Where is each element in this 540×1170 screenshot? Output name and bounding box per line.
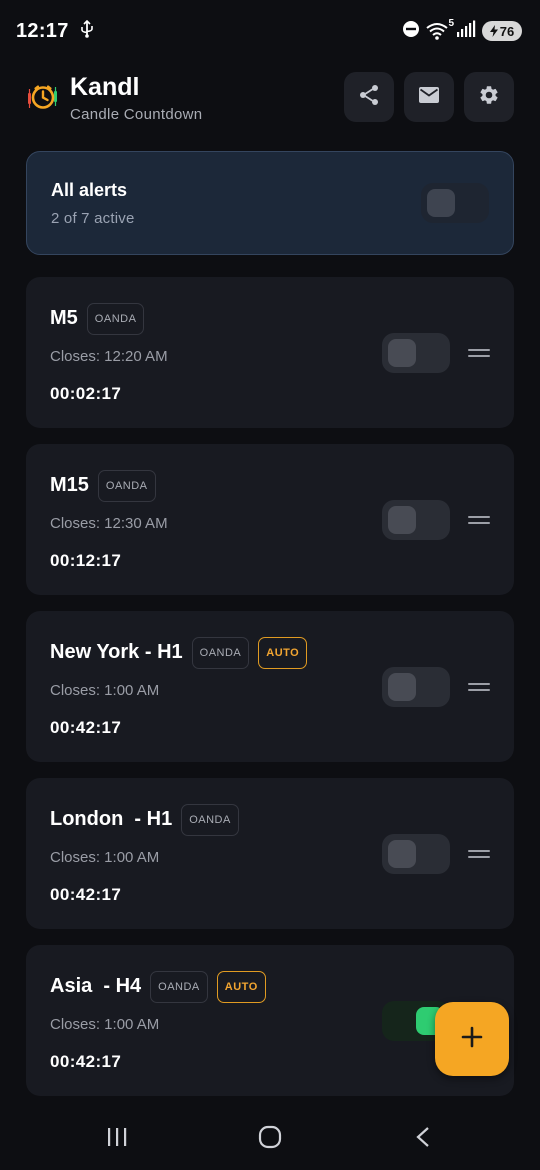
toggle-knob: [388, 505, 416, 534]
drag-handle-icon[interactable]: [468, 348, 490, 358]
alert-countdown: 00:42:17: [50, 884, 122, 904]
usb-icon: [79, 19, 95, 43]
alert-title-row: New York - H1 OANDA AUTO: [50, 636, 308, 670]
alert-toggle[interactable]: [382, 332, 450, 373]
alert-controls: [382, 499, 490, 540]
toggle-knob: [388, 672, 416, 701]
home-icon: [258, 1125, 282, 1154]
header-actions: [344, 72, 514, 122]
alert-info: London - H1 OANDA Closes: 1:00 AM 00:42:…: [50, 803, 239, 905]
alert-title-row: Asia - H4 OANDA AUTO: [50, 970, 266, 1004]
share-icon: [358, 84, 380, 111]
plus-icon: [461, 1026, 483, 1053]
alert-card[interactable]: M5 OANDA Closes: 12:20 AM 00:02:17: [26, 277, 514, 428]
back-icon: [415, 1126, 431, 1153]
alert-info: M15 OANDA Closes: 12:30 AM 00:12:17: [50, 469, 168, 571]
alert-title-row: London - H1 OANDA: [50, 803, 239, 837]
settings-icon: [478, 84, 500, 111]
alert-controls: [382, 833, 490, 874]
status-bar: 12:17 5 76: [0, 0, 540, 62]
app-subtitle: Candle Countdown: [70, 105, 203, 123]
all-alerts-summary: 2 of 7 active: [51, 209, 135, 227]
broker-badge: OANDA: [181, 803, 239, 836]
alert-card[interactable]: M15 OANDA Closes: 12:30 AM 00:12:17: [26, 444, 514, 595]
alert-close-time: Closes: 12:30 AM: [50, 514, 168, 532]
app-root: 12:17 5 76 Kandl Candle Countdown All al…: [0, 0, 540, 1170]
status-right: 5 76: [402, 18, 522, 43]
alert-close-time: Closes: 1:00 AM: [50, 848, 160, 866]
toggle-knob: [388, 839, 416, 868]
toggle-knob: [388, 338, 416, 367]
alert-name: New York - H1: [50, 641, 183, 663]
add-alert-button[interactable]: [435, 1002, 509, 1076]
alert-title-row: M15 OANDA: [50, 469, 168, 503]
signal-icon: [456, 20, 476, 43]
app-logo-icon: [26, 80, 60, 114]
status-left: 12:17: [16, 19, 95, 43]
drag-handle-icon[interactable]: [468, 849, 490, 859]
auto-badge: AUTO: [216, 970, 266, 1003]
alert-countdown: 00:42:17: [50, 717, 122, 737]
wifi-icon: 5: [426, 18, 454, 40]
battery-level: 76: [499, 23, 515, 39]
wifi-badge: 5: [448, 18, 454, 29]
broker-badge: OANDA: [191, 636, 250, 669]
auto-badge: AUTO: [258, 636, 308, 669]
alert-name: Asia - H4: [50, 975, 142, 997]
system-nav-bar: [0, 1108, 540, 1170]
app-title: Kandl: [70, 72, 140, 101]
alert-name: M5: [50, 307, 78, 329]
broker-badge: OANDA: [86, 302, 145, 335]
alert-close-time: Closes: 12:20 AM: [50, 347, 168, 365]
broker-badge: OANDA: [150, 970, 208, 1003]
alert-close-time: Closes: 1:00 AM: [50, 681, 160, 699]
share-button[interactable]: [344, 72, 394, 122]
alert-toggle[interactable]: [382, 833, 450, 874]
drag-handle-icon[interactable]: [468, 515, 490, 525]
alert-info: Asia - H4 OANDA AUTO Closes: 1:00 AM 00:4…: [50, 970, 266, 1072]
alert-card[interactable]: London - H1 OANDA Closes: 1:00 AM 00:42:…: [26, 778, 514, 929]
alert-name: M15: [50, 474, 89, 496]
alert-name: London - H1: [50, 808, 173, 830]
settings-button[interactable]: [464, 72, 514, 122]
toggle-knob: [427, 189, 455, 217]
recent-apps-button[interactable]: [87, 1119, 147, 1159]
battery-icon: 76: [482, 21, 522, 41]
all-alerts-card: All alerts 2 of 7 active: [26, 151, 514, 255]
recent-apps-icon: [106, 1127, 128, 1152]
all-alerts-title: All alerts: [51, 179, 128, 200]
title-block: Kandl Candle Countdown: [70, 72, 202, 123]
alert-controls: [382, 332, 490, 373]
mail-button[interactable]: [404, 72, 454, 122]
alert-info: M5 OANDA Closes: 12:20 AM 00:02:17: [50, 302, 168, 404]
alert-card[interactable]: New York - H1 OANDA AUTO Closes: 1:00 AM …: [26, 611, 514, 762]
alert-countdown: 00:42:17: [50, 1051, 122, 1071]
alert-info: New York - H1 OANDA AUTO Closes: 1:00 AM …: [50, 636, 308, 738]
alert-countdown: 00:12:17: [50, 550, 122, 570]
back-button[interactable]: [393, 1119, 453, 1159]
alert-controls: [382, 666, 490, 707]
alert-countdown: 00:02:17: [50, 383, 122, 403]
all-alerts-text: All alerts 2 of 7 active: [51, 180, 134, 227]
dnd-icon: [402, 20, 420, 43]
alert-toggle[interactable]: [382, 666, 450, 707]
alert-close-time: Closes: 1:00 AM: [50, 1015, 160, 1033]
alert-title-row: M5 OANDA: [50, 302, 168, 336]
drag-handle-icon[interactable]: [468, 682, 490, 692]
home-button[interactable]: [240, 1119, 300, 1159]
broker-badge: OANDA: [97, 469, 156, 502]
alert-list: M5 OANDA Closes: 12:20 AM 00:02:17 M15 O…: [26, 277, 514, 1112]
status-time: 12:17: [16, 19, 69, 42]
alert-toggle[interactable]: [382, 499, 450, 540]
all-alerts-toggle[interactable]: [421, 183, 489, 223]
app-header: Kandl Candle Countdown: [26, 66, 514, 128]
mail-icon: [418, 86, 440, 109]
